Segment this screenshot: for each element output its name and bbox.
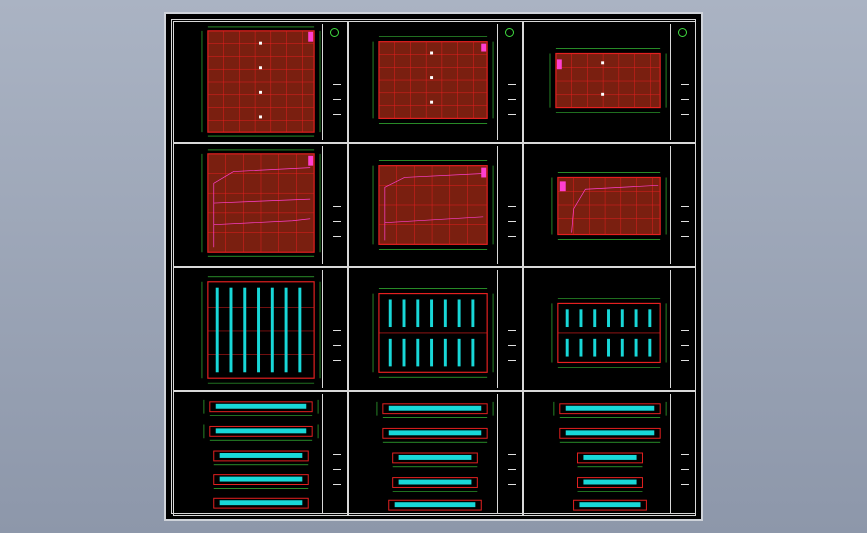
title-block <box>670 270 693 388</box>
sheet-roof-plan-1[interactable] <box>173 267 348 391</box>
sheet-site-plan-2[interactable] <box>348 143 523 267</box>
sheet-elevations-1[interactable] <box>173 391 348 516</box>
title-block <box>322 270 345 388</box>
sheet-site-plan-1[interactable] <box>173 143 348 267</box>
sheet-floor-plan-1[interactable] <box>173 21 348 143</box>
title-block <box>322 146 345 264</box>
sheet-roof-plan-2[interactable] <box>348 267 523 391</box>
title-block <box>497 394 520 513</box>
sheet-roof-plan-3[interactable] <box>523 267 696 391</box>
title-block <box>497 270 520 388</box>
sheet-floor-plan-2[interactable] <box>348 21 523 143</box>
drawing-canvas[interactable] <box>164 12 703 521</box>
sheet-elevations-3[interactable] <box>523 391 696 516</box>
title-block <box>322 24 345 140</box>
sheet-site-plan-3[interactable] <box>523 143 696 267</box>
title-block <box>497 24 520 140</box>
title-block <box>670 394 693 513</box>
title-block <box>497 146 520 264</box>
sheet-elevations-2[interactable] <box>348 391 523 516</box>
title-block <box>670 24 693 140</box>
sheet-floor-plan-3[interactable] <box>523 21 696 143</box>
title-block <box>670 146 693 264</box>
title-block <box>322 394 345 513</box>
